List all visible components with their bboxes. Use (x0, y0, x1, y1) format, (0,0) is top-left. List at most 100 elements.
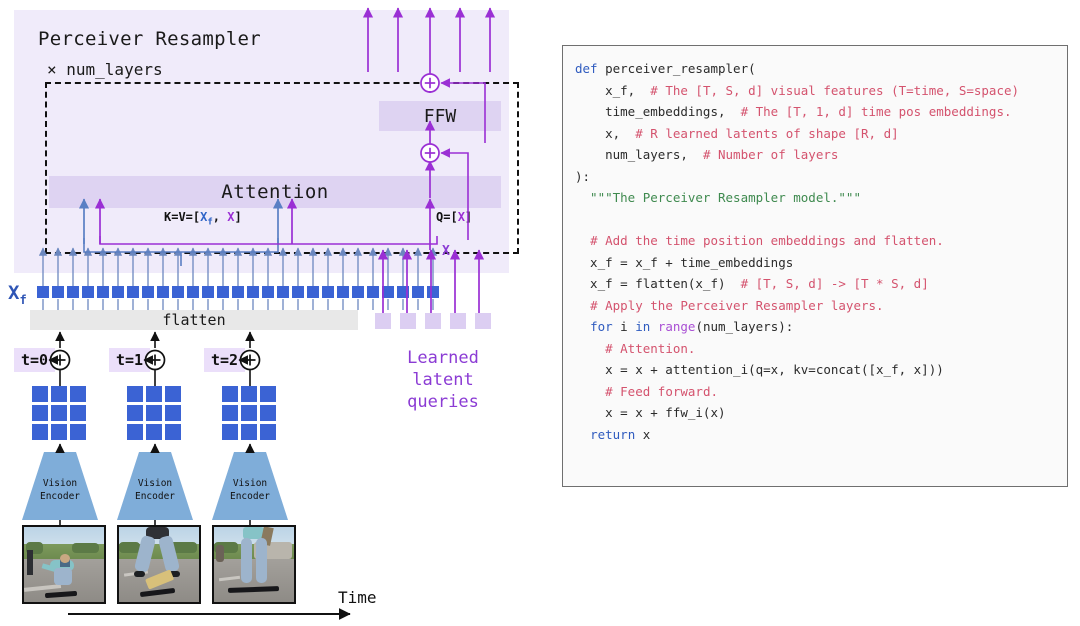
code-token: (num_layers): (695, 319, 794, 334)
key-value-label: K=V=[Xf, X] (164, 210, 242, 228)
code-line: """The Perceiver Resampler model.""" (575, 187, 1059, 209)
code-token: x, (575, 125, 636, 141)
patch-grid (222, 386, 276, 440)
code-line: x_f = x_f + time_embeddings (575, 252, 1059, 274)
xf-token (412, 286, 424, 298)
latent-queries-label-line: queries (407, 391, 479, 412)
patch-token (127, 405, 143, 421)
code-token: def (575, 61, 606, 76)
code-token: # Number of layers (702, 147, 839, 162)
timestep-chip: t=2 (204, 348, 246, 372)
patch-token (146, 424, 162, 440)
code-line: time_embeddings, # The [T, 1, d] time po… (575, 101, 1059, 123)
xf-token (112, 286, 124, 298)
learned-latent-query-row (375, 313, 491, 329)
vision-encoder-label-line1: Vision (232, 478, 268, 489)
xf-token (262, 286, 274, 298)
code-line: # Feed forward. (575, 381, 1059, 403)
code-token: # Add the time position embeddings and f… (590, 233, 944, 248)
learned-latent-queries-label: Learned latent queries (378, 348, 508, 413)
patch-token (51, 424, 67, 440)
code-token: # The [T, 1, d] time pos embeddings. (740, 104, 1012, 119)
latent-queries-label-line: Learned (407, 348, 479, 368)
patch-token (32, 405, 48, 421)
perceiver-resampler-diagram: Perceiver Resampler × num_layers Attenti… (0, 0, 540, 626)
timestep-chip: t=0 (14, 348, 56, 372)
patch-token (260, 424, 276, 440)
attention-block-label: Attention (221, 181, 329, 203)
ffw-block: FFW (379, 101, 501, 131)
vision-encoder-label-line2: Encoder (134, 491, 176, 502)
xf-token (127, 286, 139, 298)
xf-token (397, 286, 409, 298)
vision-encoder: Vision Encoder (212, 452, 288, 520)
code-token: return (590, 426, 643, 442)
patch-token (51, 386, 67, 402)
xf-token (97, 286, 109, 298)
code-line: x, # R learned latents of shape [R, d] (575, 123, 1059, 145)
latent-query-token (375, 313, 391, 329)
code-listing: def perceiver_resampler( x_f, # The [T, … (575, 58, 1059, 445)
code-token: in (635, 319, 658, 334)
vision-encoder-label-line1: Vision (137, 478, 173, 489)
code-token: perceiver_resampler( (605, 61, 756, 76)
figure-root: Perceiver Resampler × num_layers Attenti… (0, 0, 1080, 626)
code-token: num_layers, (575, 147, 703, 162)
patch-token (222, 405, 238, 421)
code-line: num_layers, # Number of layers (575, 144, 1059, 166)
xf-token (247, 286, 259, 298)
xf-token (337, 286, 349, 298)
vision-encoder-label-line2: Encoder (39, 491, 81, 502)
flatten-block: flatten (30, 310, 358, 330)
code-token: # Feed forward. (605, 383, 718, 399)
code-line: # Attention. (575, 338, 1059, 360)
num-layers-multiplier: × num_layers (47, 60, 163, 79)
code-token: # R learned latents of shape [R, d] (635, 125, 899, 141)
patch-token (165, 386, 181, 402)
xf-token (172, 286, 184, 298)
time-axis-label: Time (338, 588, 377, 607)
code-token: # Attention. (605, 340, 696, 356)
code-line: return x (575, 424, 1059, 446)
timestep-chip-label: t=0 (21, 351, 49, 369)
perceiver-panel: Perceiver Resampler × num_layers Attenti… (14, 10, 519, 273)
latent-query-token (400, 313, 416, 329)
code-line: x = x + ffw_i(x) (575, 402, 1059, 424)
xf-token (217, 286, 229, 298)
vision-encoder-label-line2: Encoder (229, 491, 271, 502)
xf-token (52, 286, 64, 298)
code-line: # Apply the Perceiver Resampler layers. (575, 295, 1059, 317)
patch-token (32, 386, 48, 402)
patch-token (241, 386, 257, 402)
code-line: ): (575, 166, 1059, 188)
patch-token (146, 405, 162, 421)
latent-query-token (475, 313, 491, 329)
code-token: # The [T, S, d] visual features (T=time,… (650, 82, 1020, 98)
patch-token (70, 386, 86, 402)
xf-token (232, 286, 244, 298)
vision-encoder: Vision Encoder (22, 452, 98, 520)
patch-token (222, 424, 238, 440)
code-panel: def perceiver_resampler( x_f, # The [T, … (562, 45, 1068, 487)
xf-token-row (37, 286, 439, 298)
latent-query-token (425, 313, 441, 329)
xf-token (67, 286, 79, 298)
video-frame (22, 525, 106, 604)
code-token: ): (575, 168, 591, 184)
code-token: x_f, (575, 82, 651, 98)
video-frame (212, 525, 296, 604)
code-token: # [T, S, d] -> [T * S, d] (740, 276, 929, 291)
vision-encoder: Vision Encoder (117, 452, 193, 520)
attention-block: Attention (49, 176, 501, 208)
xf-token (157, 286, 169, 298)
flatten-block-label: flatten (162, 311, 226, 329)
code-line: x_f = flatten(x_f) # [T, S, d] -> [T * S… (575, 273, 1059, 295)
vision-encoder-label-line1: Vision (42, 478, 78, 489)
code-token: """The Perceiver Resampler model.""" (575, 190, 861, 205)
query-label: Q=[X] (436, 210, 473, 224)
